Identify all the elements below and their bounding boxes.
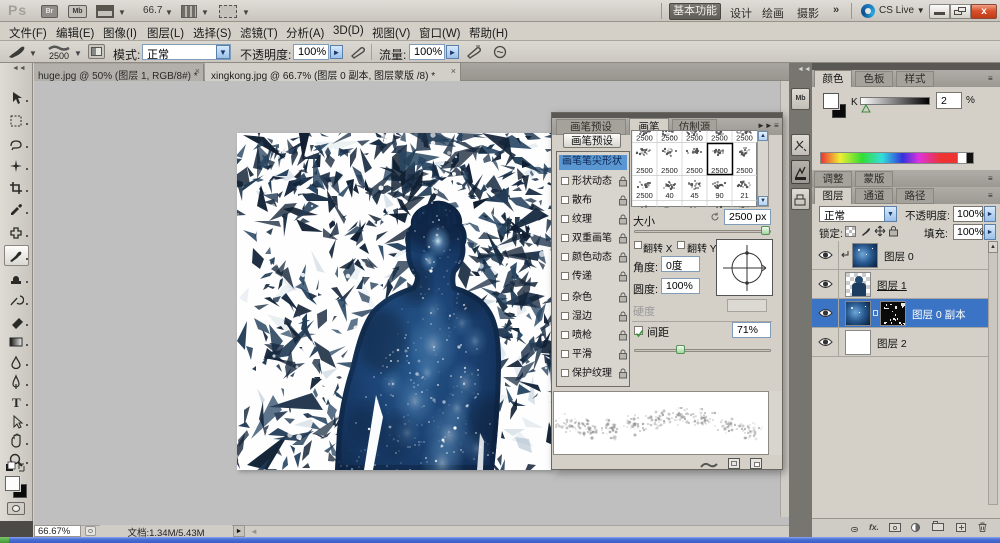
svg-text:2500: 2500 [736, 166, 753, 175]
svg-text:2500: 2500 [636, 166, 653, 175]
svg-text:45: 45 [690, 191, 698, 200]
svg-text:2500: 2500 [636, 191, 653, 200]
svg-text:40: 40 [665, 191, 673, 200]
svg-text:21: 21 [740, 191, 748, 200]
svg-text:2500: 2500 [736, 134, 753, 143]
svg-text:2500: 2500 [711, 166, 728, 175]
svg-text:90: 90 [715, 191, 723, 200]
svg-text:2500: 2500 [661, 134, 678, 143]
svg-text:2500: 2500 [686, 134, 703, 143]
svg-text:2500: 2500 [661, 166, 678, 175]
svg-text:2500: 2500 [636, 134, 653, 143]
svg-text:2500: 2500 [686, 166, 703, 175]
svg-text:T: T [12, 395, 21, 410]
svg-text:2500: 2500 [711, 134, 728, 143]
